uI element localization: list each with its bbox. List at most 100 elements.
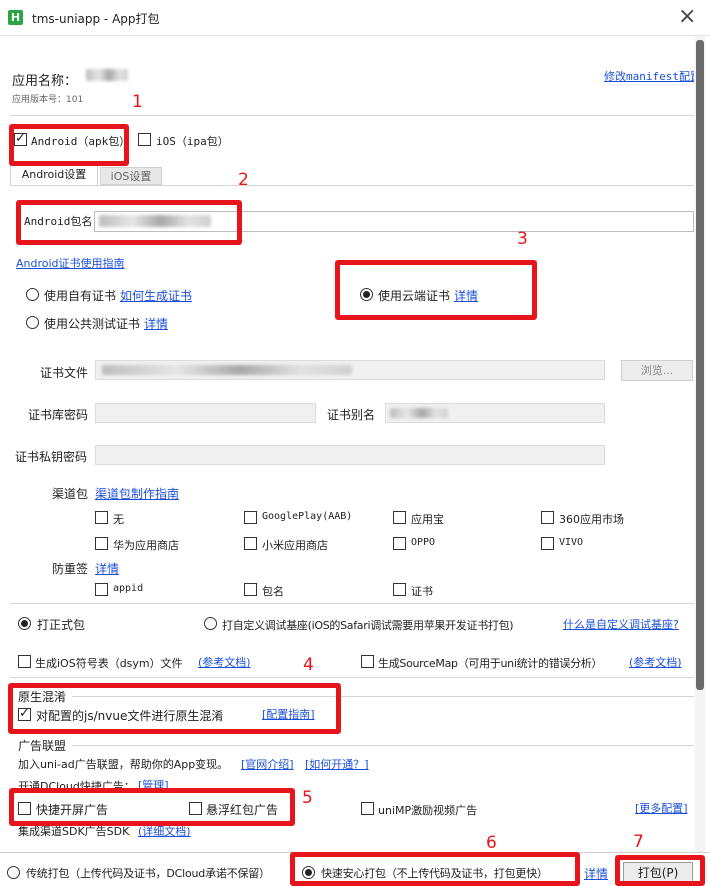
sourcemap-label: 生成SourceMap（可用于uni统计的错误分析） xyxy=(378,657,603,670)
dsym-checkbox[interactable] xyxy=(18,655,31,668)
channels-guide-link[interactable]: 渠道包制作指南 xyxy=(95,485,179,502)
ads-intro-link[interactable]: [官网介绍] xyxy=(241,756,294,772)
ads-desc: 加入uni-ad广告联盟，帮助你的App变现。 xyxy=(18,758,229,771)
store-password-input[interactable] xyxy=(95,403,316,423)
anti-tamper-link[interactable]: 详情 xyxy=(95,560,119,577)
annotation-box-7 xyxy=(615,855,705,886)
scrollbar-thumb[interactable] xyxy=(696,40,704,690)
tab-panel-top xyxy=(10,185,694,186)
ads-more-link[interactable]: [更多配置] xyxy=(635,800,688,816)
window-title: tms-uniapp - App打包 xyxy=(32,12,160,26)
channel-label: 小米应用商店 xyxy=(262,539,328,552)
channel-label: 360应用市场 xyxy=(559,513,624,526)
tab-ios-label: iOS设置 xyxy=(110,170,152,183)
annotation-box-6 xyxy=(290,852,580,886)
app-version-label: 应用版本号：101 xyxy=(12,95,84,105)
close-icon[interactable]: × xyxy=(678,4,696,29)
ads-title: 广告联盟 xyxy=(18,739,67,753)
tab-ios-settings[interactable]: iOS设置 xyxy=(100,167,162,185)
annotation-number-4: 4 xyxy=(303,655,314,675)
channel-huawei-checkbox[interactable] xyxy=(95,537,108,550)
private-key-input[interactable] xyxy=(95,445,605,465)
title-bar: H tms-uniapp - App打包 × xyxy=(0,0,710,36)
alias-value xyxy=(390,408,448,418)
channel-360-checkbox[interactable] xyxy=(541,511,554,524)
channels-label: 渠道包 xyxy=(52,487,89,501)
ios-label: iOS（ipa包） xyxy=(156,135,229,148)
hbuilder-logo-icon: H xyxy=(8,10,23,25)
own-cert-link[interactable]: 如何生成证书 xyxy=(120,287,192,304)
annotation-number-1: 1 xyxy=(132,92,143,112)
modify-manifest-link[interactable]: 修改manifest配置 xyxy=(604,68,694,84)
channel-xiaomi-checkbox[interactable] xyxy=(244,537,257,550)
divider xyxy=(10,677,694,678)
footer-detail-link[interactable]: 详情 xyxy=(584,865,608,882)
ads-title-line xyxy=(72,745,694,746)
public-cert-link[interactable]: 详情 xyxy=(144,315,168,332)
sourcemap-checkbox[interactable] xyxy=(361,655,374,668)
own-cert-label: 使用自有证书 xyxy=(44,289,117,303)
channel-none-checkbox[interactable] xyxy=(95,511,108,524)
sourcemap-link[interactable]: (参考文档) xyxy=(629,654,682,670)
channel-label: GooglePlay(AAB) xyxy=(262,511,353,522)
alias-label: 证书别名 xyxy=(327,408,376,422)
traditional-build-label: 传统打包（上传代码及证书，DCloud承诺不保留） xyxy=(26,867,270,880)
annotation-number-6: 6 xyxy=(486,833,497,853)
annotation-number-2: 2 xyxy=(238,170,249,190)
cert-file-value xyxy=(102,365,352,375)
annotation-number-7: 7 xyxy=(633,832,644,852)
formal-build-label: 打正式包 xyxy=(37,618,86,632)
public-cert-label: 使用公共测试证书 xyxy=(44,317,141,331)
video-ad-label: uniMP激励视频广告 xyxy=(378,804,478,817)
scrollbar-track[interactable] xyxy=(695,36,705,852)
anti-tamper-item: appid xyxy=(113,583,144,594)
anti-tamper-label: 防重签 xyxy=(52,562,89,576)
app-name-label: 应用名称： xyxy=(12,74,78,89)
channel-oppo-checkbox[interactable] xyxy=(393,537,406,550)
ios-checkbox[interactable] xyxy=(138,133,151,146)
channel-label: 应用宝 xyxy=(411,513,444,526)
browse-button[interactable]: 浏览... xyxy=(621,360,693,381)
anti-tamper-package-checkbox[interactable] xyxy=(244,583,257,596)
video-ad-checkbox[interactable] xyxy=(361,802,374,815)
channel-googleplay-checkbox[interactable] xyxy=(244,511,257,524)
browse-button-label: 浏览... xyxy=(640,364,674,377)
anti-tamper-cert-checkbox[interactable] xyxy=(393,583,406,596)
cert-file-label: 证书文件 xyxy=(40,366,89,380)
annotation-box-4 xyxy=(8,683,341,734)
channel-label: 无 xyxy=(113,513,124,526)
traditional-build-radio[interactable] xyxy=(7,866,20,879)
annotation-number-5: 5 xyxy=(302,788,313,808)
store-password-label: 证书库密码 xyxy=(28,408,89,422)
dsym-link[interactable]: (参考文档) xyxy=(198,654,251,670)
dsym-label: 生成iOS符号表（dsym）文件 xyxy=(35,657,183,670)
divider xyxy=(10,115,694,116)
channel-yingyongbao-checkbox[interactable] xyxy=(393,511,406,524)
custom-build-radio[interactable] xyxy=(204,617,217,630)
channel-label: 华为应用商店 xyxy=(113,539,179,552)
own-cert-radio[interactable] xyxy=(26,288,39,301)
cert-guide-link[interactable]: Android证书使用指南 xyxy=(16,255,125,271)
annotation-box-2 xyxy=(16,200,242,245)
annotation-box-3 xyxy=(335,260,537,320)
channel-vivo-checkbox[interactable] xyxy=(541,537,554,550)
channel-label: OPPO xyxy=(411,537,436,548)
channel-label: VIVO xyxy=(559,537,584,548)
private-key-label: 证书私钥密码 xyxy=(15,450,88,464)
anti-tamper-item: 包名 xyxy=(262,585,284,598)
cert-file-input[interactable] xyxy=(95,360,605,380)
custom-build-label: 打自定义调试基座(iOS的Safari调试需要用苹果开发证书打包) xyxy=(222,619,514,632)
divider xyxy=(10,603,694,604)
annotation-box-5 xyxy=(9,788,295,826)
anti-tamper-appid-checkbox[interactable] xyxy=(95,583,108,596)
app-name-value xyxy=(86,69,128,81)
ads-how-link[interactable]: [如何开通？] xyxy=(305,756,369,772)
formal-build-radio[interactable] xyxy=(18,617,31,630)
alias-input[interactable] xyxy=(385,403,605,423)
annotation-number-3: 3 xyxy=(517,229,528,249)
public-cert-radio[interactable] xyxy=(26,316,39,329)
tab-android-settings[interactable]: Android设置 xyxy=(10,164,98,185)
custom-build-link[interactable]: 什么是自定义调试基座? xyxy=(563,616,694,632)
anti-tamper-item: 证书 xyxy=(411,585,433,598)
annotation-box-1 xyxy=(9,124,129,166)
